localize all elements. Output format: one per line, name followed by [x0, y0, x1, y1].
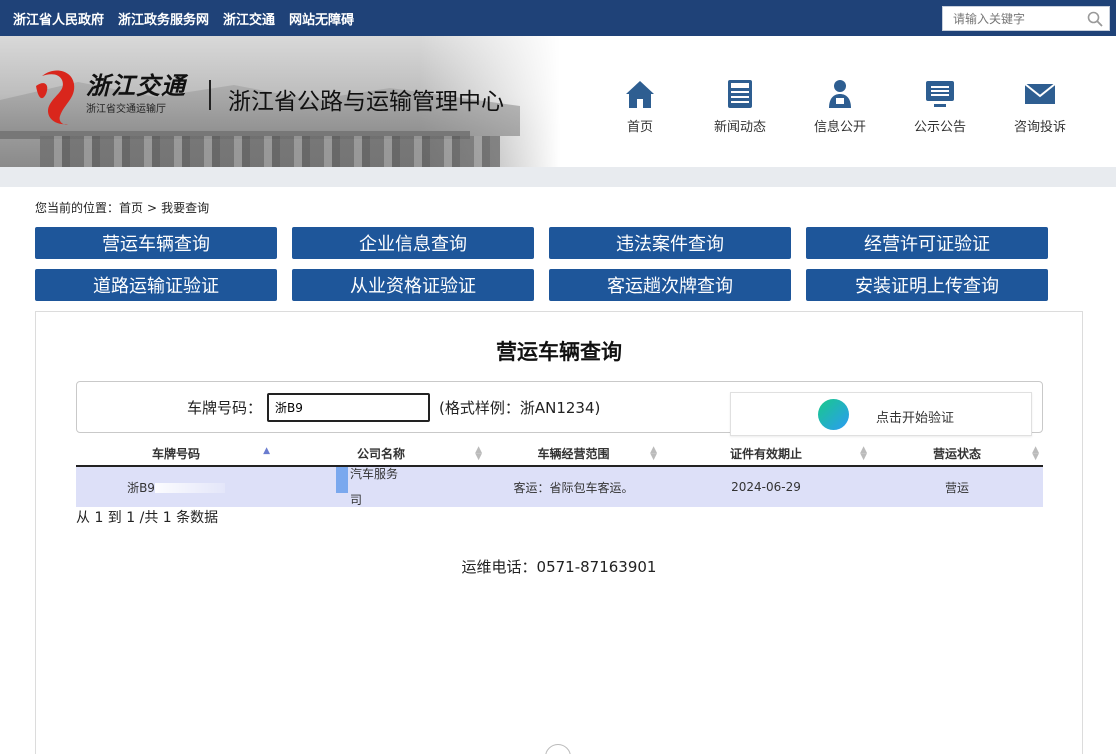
logo-subtitle: 浙江省交通运输厅 [86, 104, 166, 115]
search-box [942, 6, 1110, 31]
sort-icon: ▲ ▼ [475, 445, 482, 462]
cell-scope: 客运：省际包车客运。 [486, 466, 661, 507]
cell-company: 汽车服务司 [276, 466, 486, 507]
violation-query-button[interactable]: 违法案件查询 [549, 227, 791, 259]
nav-item-home[interactable]: 首页 [590, 78, 690, 135]
query-form: 车牌号码： (格式样例：浙AN1234) 点击开始验证 [76, 381, 1043, 436]
company-query-button[interactable]: 企业信息查询 [292, 227, 534, 259]
captcha-verify-button[interactable]: 点击开始验证 [730, 392, 1032, 436]
nav-label-info: 信息公开 [813, 120, 866, 135]
breadcrumb-prefix: 您当前的位置： [35, 201, 120, 215]
nav-item-notice[interactable]: 公示公告 [890, 78, 990, 135]
site-title: 浙江省公路与运输管理中心 [228, 89, 504, 115]
sort-icon: ▲ ▼ [650, 445, 657, 462]
cell-status: 营运 [871, 466, 1043, 507]
search-input[interactable] [943, 7, 1081, 30]
nav-label-consult: 咨询投诉 [1013, 120, 1066, 135]
plate-input[interactable] [267, 393, 430, 422]
cell-plate: 浙B9 [76, 466, 276, 507]
breadcrumb-separator: > [147, 201, 158, 215]
news-icon [728, 80, 752, 108]
column-header-scope[interactable]: 车辆经营范围 ▲ ▼ [486, 442, 661, 467]
result-table: 车牌号码 ▲ 公司名称 ▲ ▼ 车辆经营范围 ▲ ▼ 证件有效期止 ▲ ▼ 营运状态 ▲ ▼ 浙B… [76, 442, 1043, 507]
table-row[interactable]: 浙B9 汽车服务司 客运：省际包车客运。 2024-06-29 营运 [76, 466, 1043, 507]
column-header-plate[interactable]: 车牌号码 ▲ [76, 442, 276, 467]
redaction [154, 483, 225, 493]
sort-asc-icon: ▲ [263, 446, 270, 456]
support-hotline: 运维电话：0571-87163901 [461, 558, 657, 576]
nav-item-news[interactable]: 新闻动态 [690, 78, 790, 135]
column-header-expiry[interactable]: 证件有效期止 ▲ ▼ [661, 442, 871, 467]
cell-expiry: 2024-06-29 [661, 466, 871, 507]
mail-icon [1024, 83, 1056, 104]
header-divider-strip [0, 167, 1116, 187]
nav-item-consult[interactable]: 咨询投诉 [990, 78, 1090, 135]
nav-item-info[interactable]: 信息公开 [790, 78, 890, 135]
plate-label: 车牌号码： [187, 399, 263, 417]
main-nav: 首页 新闻动态 信息公开 公示公告 咨询投诉 [590, 78, 1090, 135]
panel-title: 营运车辆查询 [496, 340, 622, 364]
transport-permit-verify-button[interactable]: 道路运输证验证 [35, 269, 277, 301]
business-license-verify-button[interactable]: 经营许可证验证 [806, 227, 1048, 259]
vehicle-query-panel: 营运车辆查询 车牌号码： (格式样例：浙AN1234) 点击开始验证 车牌号码▲… [35, 311, 1083, 754]
top-link-accessibility[interactable]: 网站无障碍 [289, 9, 354, 28]
column-header-status[interactable]: 营运状态 ▲ ▼ [871, 442, 1043, 467]
breadcrumb-home[interactable]: 首页 [119, 201, 143, 215]
redaction [336, 467, 348, 493]
top-links: 浙江省人民政府 浙江政务服务网 浙江交通 网站无障碍 [13, 0, 354, 36]
trip-plate-query-button[interactable]: 客运趟次牌查询 [549, 269, 791, 301]
top-link-zwfw[interactable]: 浙江政务服务网 [118, 9, 209, 28]
qualification-verify-button[interactable]: 从业资格证验证 [292, 269, 534, 301]
nav-label-home: 首页 [626, 120, 653, 135]
zhejiang-transport-logo-icon[interactable] [34, 64, 84, 126]
top-bar: 浙江省人民政府 浙江政务服务网 浙江交通 网站无障碍 [0, 0, 1116, 36]
nav-label-notice: 公示公告 [913, 120, 966, 135]
vehicle-query-button[interactable]: 营运车辆查询 [35, 227, 277, 259]
install-cert-query-button[interactable]: 安装证明上传查询 [806, 269, 1048, 301]
pagination-info: 从 1 到 1 /共 1 条数据 [76, 510, 219, 526]
scroll-top-button[interactable] [545, 744, 571, 754]
format-hint: (格式样例：浙AN1234) [439, 399, 601, 417]
captcha-icon [818, 399, 849, 430]
top-link-zj-transport[interactable]: 浙江交通 [223, 9, 275, 28]
person-icon [829, 80, 851, 108]
site-header: 浙江交通 浙江省交通运输厅 浙江省公路与运输管理中心 首页 新闻动态 信息公开 … [0, 36, 1116, 167]
table-header-row: 车牌号码 ▲ 公司名称 ▲ ▼ 车辆经营范围 ▲ ▼ 证件有效期止 ▲ ▼ 营运状态 ▲ ▼ [76, 442, 1043, 467]
top-link-zj-gov[interactable]: 浙江省人民政府 [13, 9, 104, 28]
sort-icon: ▲ ▼ [860, 445, 867, 462]
captcha-verify-text: 点击开始验证 [876, 411, 955, 426]
sort-icon: ▲ ▼ [1032, 445, 1039, 462]
logo-divider [209, 80, 211, 110]
query-menu: 营运车辆查询 企业信息查询 违法案件查询 经营许可证验证 道路运输证验证 从业资… [35, 227, 1048, 301]
monitor-icon [926, 81, 954, 107]
column-header-company[interactable]: 公司名称 ▲ ▼ [276, 442, 486, 467]
nav-label-news: 新闻动态 [713, 120, 766, 135]
logo-wordmark: 浙江交通 [86, 71, 186, 100]
home-icon [626, 81, 654, 108]
breadcrumb: 您当前的位置：首页 > 我要查询 [35, 199, 209, 216]
breadcrumb-current: 我要查询 [161, 201, 210, 215]
search-icon[interactable] [1087, 11, 1103, 27]
